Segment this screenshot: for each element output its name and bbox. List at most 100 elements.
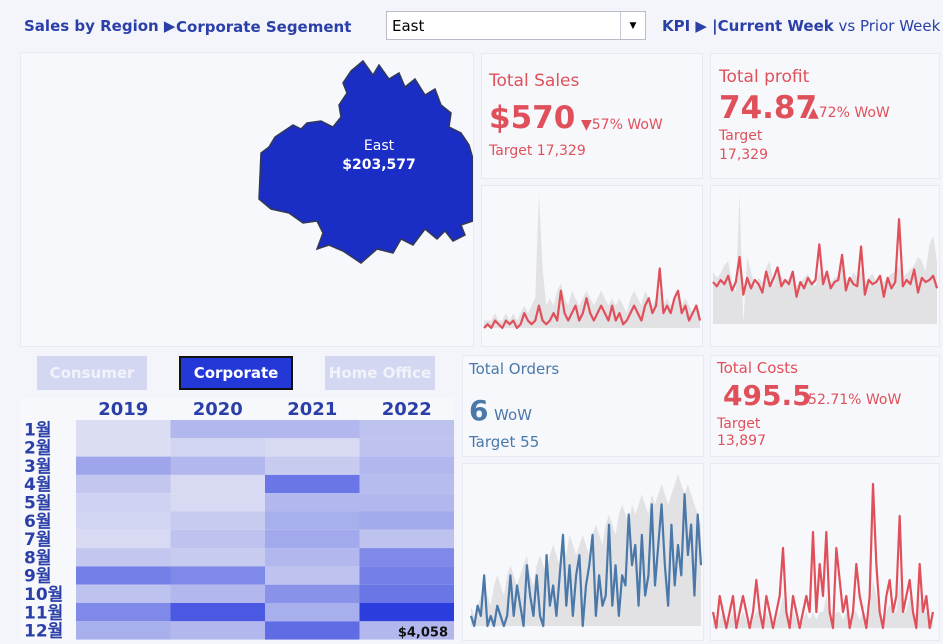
- heatmap-cell[interactable]: [359, 548, 455, 567]
- heatmap-cell[interactable]: [76, 420, 171, 439]
- heatmap-cell[interactable]: [265, 420, 360, 439]
- heatmap-month-label: 3월: [24, 457, 51, 477]
- kpi-sales-delta: ▼57% WoW: [581, 117, 663, 133]
- heatmap-month-label: 4월: [24, 475, 51, 495]
- heatmap-cell[interactable]: [76, 584, 171, 603]
- heatmap-cell[interactable]: [265, 511, 360, 530]
- heatmap-cell[interactable]: [170, 420, 266, 439]
- heatmap-cell[interactable]: [170, 474, 266, 494]
- heatmap-cell[interactable]: [170, 548, 266, 567]
- sales-trend-panel: [481, 185, 703, 347]
- costs-trend-chart: [711, 482, 935, 630]
- heatmap-cell[interactable]: [170, 603, 266, 622]
- heatmap-cell[interactable]: [76, 511, 171, 530]
- heatmap-cell[interactable]: [359, 584, 455, 603]
- heatmap-cell[interactable]: [265, 474, 360, 494]
- sales-by-region-link[interactable]: Sales by Region ▶: [24, 17, 175, 35]
- heatmap-month-label: 9월: [24, 567, 51, 587]
- heatmap-cell[interactable]: [76, 438, 171, 457]
- heatmap-year-label: 2019: [98, 399, 148, 420]
- segment-home-office-button[interactable]: Home Office: [325, 356, 435, 390]
- region-dropdown[interactable]: East ▼: [386, 11, 646, 40]
- heatmap-cell[interactable]: [170, 621, 266, 640]
- heatmap-cell[interactable]: [265, 566, 360, 585]
- monthly-heatmap-panel: 2019 2020 2021 2022 1월 2월 3월 4월 5월 6월 7월 8월 9월 10월 11월…: [20, 398, 455, 642]
- heatmap-cell[interactable]: [359, 529, 455, 549]
- heatmap-year-label: 2021: [287, 399, 337, 420]
- region-map: East $203,577: [258, 59, 473, 264]
- heatmap-year-label: 2020: [193, 399, 243, 420]
- heatmap-cell[interactable]: [76, 603, 171, 622]
- kpi-total-orders-card: Total Orders 6 WoW Target 55: [462, 355, 704, 457]
- segment-corporate-button[interactable]: Corporate: [179, 356, 293, 390]
- trend-background-area: [471, 474, 701, 626]
- kpi-orders-title: Total Orders: [469, 360, 560, 378]
- heatmap-cell[interactable]: [265, 438, 360, 457]
- heatmap-cell[interactable]: [76, 548, 171, 567]
- heatmap-month-label: 6월: [24, 512, 51, 532]
- kpi-sales-target: Target 17,329: [489, 143, 586, 159]
- heatmap-annotation: $4,058: [398, 626, 448, 640]
- heatmap-cell[interactable]: [170, 566, 266, 585]
- kpi-profit-delta: ▲72% WoW: [808, 105, 890, 121]
- heatmap-cell[interactable]: [359, 474, 455, 494]
- heatmap-cell[interactable]: [170, 456, 266, 475]
- kpi-sales-value: $570: [489, 100, 576, 136]
- orders-trend-chart: [469, 474, 703, 628]
- kpi-header: KPI ▶ |Current Week vs Prior Week: [662, 17, 940, 35]
- costs-trend-panel: [710, 463, 940, 641]
- heatmap-cell[interactable]: [265, 456, 360, 475]
- kpi-orders-target: Target 55: [469, 433, 540, 451]
- heatmap-cell[interactable]: [170, 529, 266, 549]
- heatmap-cell[interactable]: [265, 584, 360, 603]
- region-dropdown-value: East: [392, 16, 425, 35]
- heatmap-cell[interactable]: [170, 493, 266, 512]
- heatmap-month-label: 10월: [24, 585, 63, 605]
- kpi-costs-target-label: Target: [717, 416, 761, 432]
- heatmap-cell[interactable]: [359, 493, 455, 512]
- kpi-profit-value: 74.87: [719, 90, 818, 126]
- segment-consumer-button[interactable]: Consumer: [37, 356, 147, 390]
- sales-trend-chart: [483, 194, 702, 330]
- heatmap-cell[interactable]: [359, 566, 455, 585]
- heatmap-cell[interactable]: [170, 511, 266, 530]
- heatmap-cell[interactable]: [359, 420, 455, 439]
- kpi-prefix[interactable]: KPI ▶ |: [662, 17, 718, 35]
- kpi-profit-target-value: 17,329: [719, 147, 768, 163]
- heatmap-cell[interactable]: [359, 456, 455, 475]
- heatmap-cell[interactable]: [76, 529, 171, 549]
- kpi-costs-title: Total Costs: [717, 359, 798, 377]
- heatmap-cell[interactable]: [265, 603, 360, 622]
- heatmap-cell[interactable]: [265, 621, 360, 640]
- kpi-vs-prior: vs Prior Week: [833, 17, 941, 35]
- kpi-sales-title: Total Sales: [489, 71, 580, 91]
- heatmap-month-label: 8월: [24, 548, 51, 568]
- heatmap-cell[interactable]: [265, 529, 360, 549]
- kpi-current-week: Current Week: [717, 17, 834, 35]
- heatmap-cell[interactable]: [265, 548, 360, 567]
- kpi-orders-delta: WoW: [494, 406, 532, 424]
- heatmap-cell[interactable]: [170, 584, 266, 603]
- kpi-profit-target-label: Target: [719, 128, 763, 144]
- region-map-panel: East $203,577: [20, 52, 474, 347]
- heatmap-cell[interactable]: [76, 474, 171, 494]
- heatmap-cell[interactable]: [76, 456, 171, 475]
- heatmap-cell[interactable]: [359, 438, 455, 457]
- heatmap-cell[interactable]: [359, 603, 455, 622]
- heatmap-month-label: 5월: [24, 494, 51, 514]
- heatmap-cell[interactable]: [76, 621, 171, 640]
- heatmap-cell[interactable]: [76, 566, 171, 585]
- chevron-down-icon[interactable]: ▼: [620, 12, 645, 39]
- heatmap-year-label: 2022: [382, 399, 432, 420]
- orders-trend-panel: [462, 463, 704, 641]
- heatmap-month-label: 2월: [24, 439, 51, 459]
- trend-background-area: [713, 194, 937, 324]
- heatmap-cell[interactable]: [170, 438, 266, 457]
- monthly-heatmap: 2019 2020 2021 2022 1월2월3월4월5월6월7월8월9월10월11월…: [24, 399, 455, 642]
- kpi-total-profit-card: Total profit 74.87 ▲72% WoW Target 17,32…: [710, 53, 940, 179]
- heatmap-cell[interactable]: [359, 511, 455, 530]
- heatmap-cell[interactable]: [265, 493, 360, 512]
- profit-trend-panel: [710, 185, 940, 347]
- kpi-costs-target-value: 13,897: [717, 433, 766, 449]
- heatmap-cell[interactable]: [76, 493, 171, 512]
